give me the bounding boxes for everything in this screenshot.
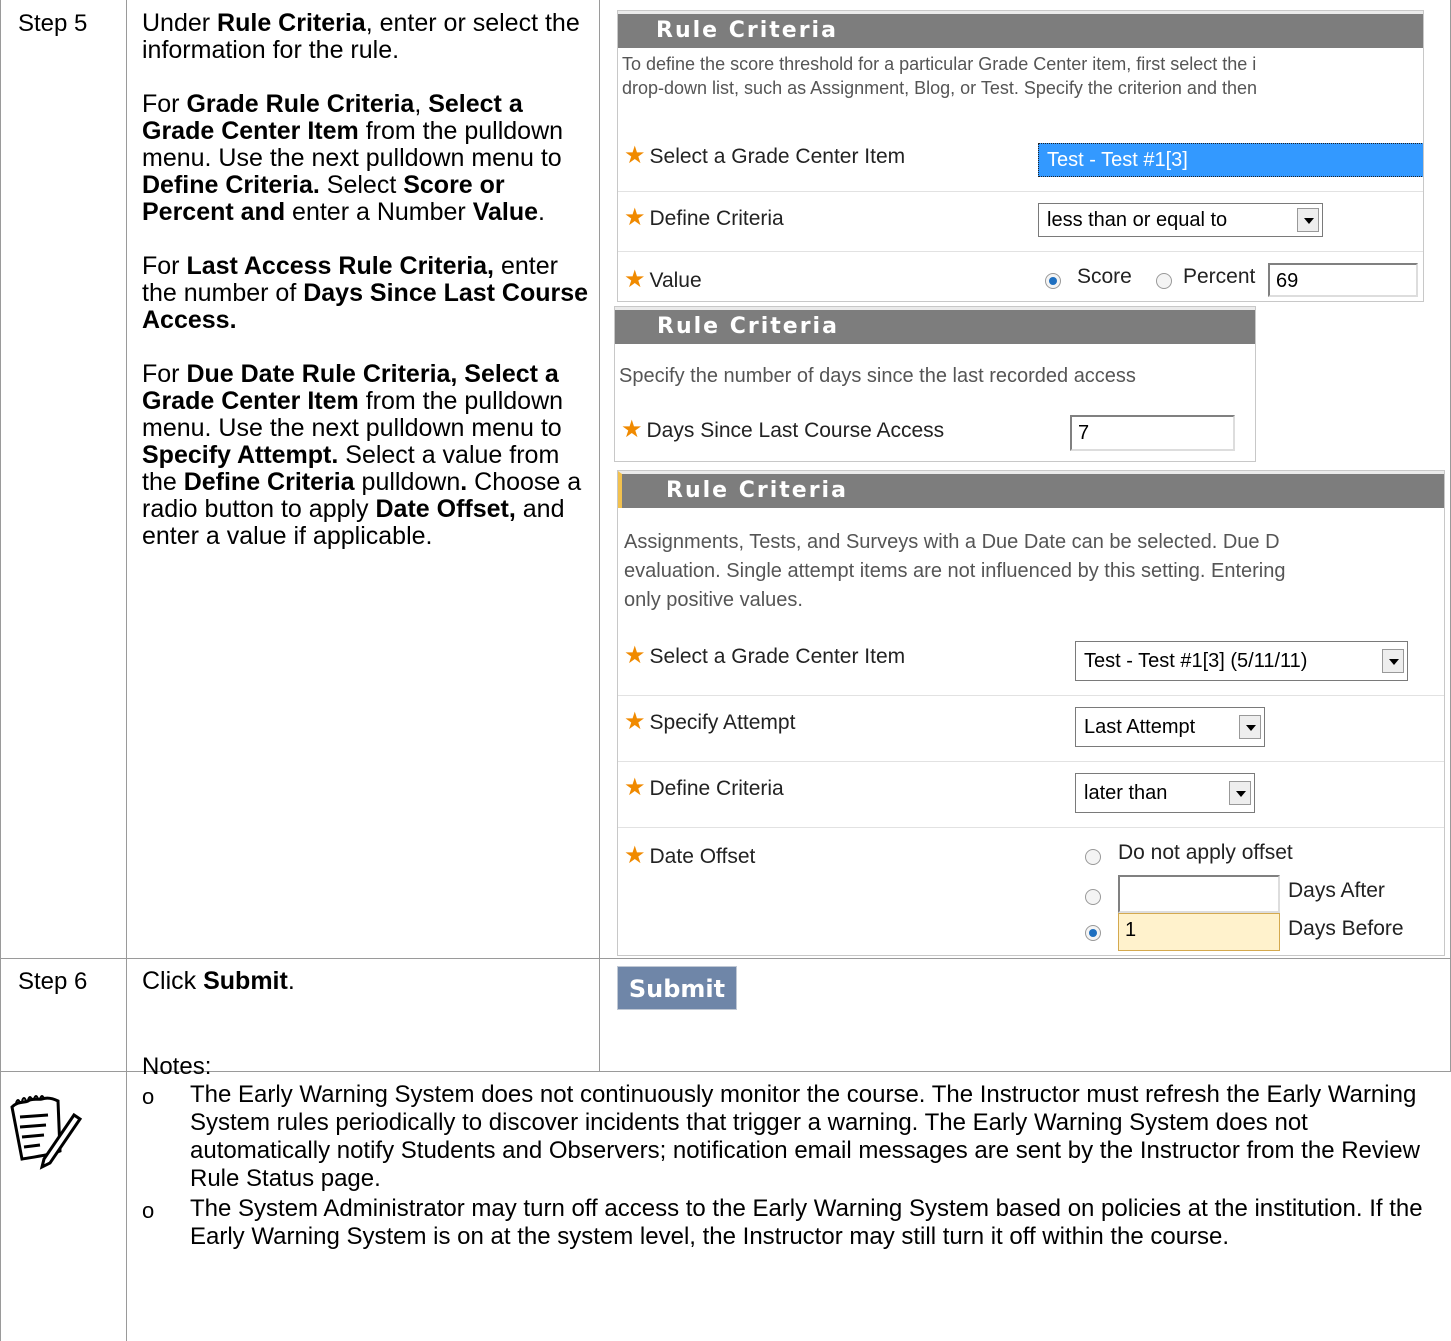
date-offset-row: ★ Date Offset <box>624 842 756 869</box>
days-before-radio[interactable] <box>1085 925 1101 941</box>
define-criteria-select[interactable]: less than or equal to <box>1038 203 1323 237</box>
required-star-icon: ★ <box>624 642 646 669</box>
instruction-paragraph: Under Rule Criteria, enter or select the… <box>142 9 580 64</box>
row-separator <box>618 251 1423 252</box>
bullet: o <box>142 1084 155 1109</box>
days-after-radio[interactable] <box>1085 889 1101 905</box>
panel-header: Rule Criteria <box>618 471 1444 508</box>
due-date-rule-criteria-panel: Rule Criteria Assignments, Tests, and Su… <box>617 470 1445 956</box>
step-5-label: Step 5 <box>18 10 88 37</box>
score-label: Score <box>1077 265 1132 288</box>
days-before-label: Days Before <box>1288 917 1404 940</box>
chevron-down-icon[interactable] <box>1229 781 1251 805</box>
no-offset-label: Do not apply offset <box>1118 841 1293 864</box>
note-item-1: The Early Warning System does not contin… <box>190 1081 1420 1192</box>
required-star-icon: ★ <box>624 774 646 801</box>
required-star-icon: ★ <box>624 842 646 869</box>
step-6-label: Step 6 <box>18 968 88 995</box>
days-since-input[interactable]: 7 <box>1070 415 1235 451</box>
bullet: o <box>142 1198 155 1223</box>
instruction-paragraph: For Due Date Rule Criteria, Select a Gra… <box>142 360 582 550</box>
row-separator <box>618 761 1444 762</box>
grade-rule-criteria-panel: Rule Criteria To define the score thresh… <box>617 10 1424 302</box>
table-border-col2 <box>599 0 600 1071</box>
row-separator <box>618 191 1423 192</box>
panel-header: Rule Criteria <box>615 307 1255 344</box>
submit-button[interactable]: Submit <box>617 966 737 1010</box>
step-6-instructions: Click Submit. <box>142 967 295 995</box>
percent-radio[interactable] <box>1156 273 1172 289</box>
required-star-icon: ★ <box>621 416 643 443</box>
no-offset-radio[interactable] <box>1085 849 1101 865</box>
table-row-divider-2 <box>0 1071 1451 1072</box>
panel-description: Assignments, Tests, and Surveys with a D… <box>624 531 1286 611</box>
instruction-paragraph: For Last Access Rule Criteria, enter the… <box>142 252 589 334</box>
table-row-divider-1 <box>0 958 1451 959</box>
last-access-rule-criteria-panel: Rule Criteria Specify the number of days… <box>614 306 1256 462</box>
panel-description: Specify the number of days since the las… <box>619 365 1136 387</box>
panel-description: To define the score threshold for a part… <box>622 54 1258 98</box>
table-border-left <box>0 0 1 1341</box>
required-star-icon: ★ <box>624 708 646 735</box>
score-radio[interactable] <box>1045 273 1061 289</box>
grade-center-item-select[interactable]: Test - Test #1[3] <box>1038 143 1423 177</box>
required-star-icon: ★ <box>624 266 646 293</box>
table-border-col1 <box>126 0 127 1341</box>
specify-attempt-select[interactable]: Last Attempt <box>1075 707 1265 747</box>
instruction-paragraph: For Grade Rule Criteria, Select a Grade … <box>142 90 564 226</box>
days-before-input[interactable]: 1 <box>1118 913 1280 951</box>
chevron-down-icon[interactable] <box>1239 715 1261 739</box>
specify-attempt-row: ★ Specify Attempt <box>624 708 796 735</box>
note-item-2: The System Administrator may turn off ac… <box>190 1195 1423 1250</box>
row-separator <box>618 827 1444 828</box>
row-separator <box>618 695 1444 696</box>
panel-header: Rule Criteria <box>618 11 1423 48</box>
days-after-label: Days After <box>1288 879 1385 902</box>
notepad-pencil-icon <box>10 1095 83 1170</box>
step-5-instructions: Under Rule Criteria, enter or select the… <box>142 10 592 577</box>
value-input[interactable]: 69 <box>1268 263 1418 297</box>
chevron-down-icon[interactable] <box>1382 649 1404 673</box>
define-criteria-row: ★ Define Criteria <box>624 774 784 801</box>
required-star-icon: ★ <box>624 204 646 231</box>
days-after-input[interactable] <box>1118 875 1280 913</box>
define-criteria-select[interactable]: later than <box>1075 773 1255 813</box>
percent-label: Percent <box>1183 265 1256 288</box>
notes-title: Notes: <box>142 1053 212 1080</box>
grade-center-item-select[interactable]: Test - Test #1[3] (5/11/11) <box>1075 641 1408 681</box>
required-star-icon: ★ <box>624 142 646 169</box>
chevron-down-icon[interactable] <box>1297 208 1319 232</box>
